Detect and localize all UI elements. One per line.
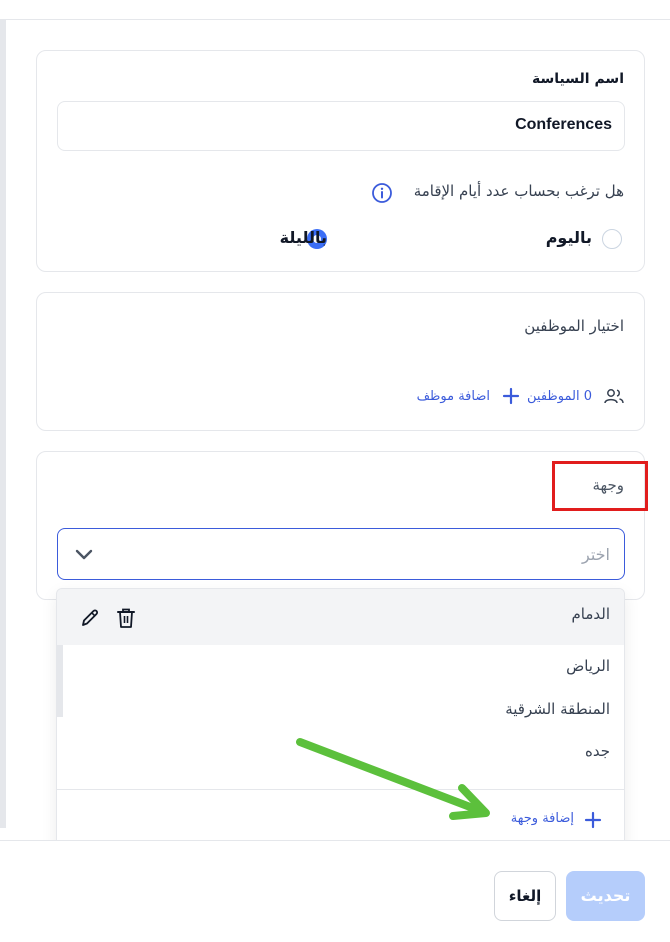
employees-count[interactable]: 0 الموظفين (527, 389, 592, 404)
users-icon (604, 389, 624, 404)
destination-dropdown: الدمام الرياض المنطقة الشرقية جده إضافة … (56, 588, 625, 848)
destination-card: وجهة اختر (36, 451, 648, 600)
edit-icon[interactable] (79, 607, 101, 629)
footer-bar: تحديث إلغاء (0, 840, 670, 942)
dropdown-option-label: المنطقة الشرقية (505, 700, 610, 718)
policy-name-input[interactable]: Conferences (57, 101, 625, 151)
employees-card: اختيار الموظفين 0 الموظفين اضافة موظف (36, 292, 645, 431)
plus-icon[interactable] (502, 387, 520, 405)
chevron-down-icon[interactable] (74, 547, 94, 563)
stay-calc-question: هل ترغب بحساب عدد أيام الإقامة (413, 182, 624, 200)
radio-option-by-night[interactable]: بالليلة (257, 227, 377, 251)
dropdown-divider (57, 789, 624, 790)
add-employee-link[interactable]: اضافة موظف (417, 389, 490, 404)
scrollbar[interactable] (0, 20, 6, 828)
cancel-button[interactable]: إلغاء (494, 871, 556, 921)
policy-name-label: اسم السياسة (532, 71, 624, 87)
dropdown-option[interactable]: جده (57, 730, 624, 774)
dropdown-option-label: الرياض (566, 657, 610, 675)
policy-card: اسم السياسة Conferences هل ترغب بحساب عد… (36, 50, 645, 272)
dropdown-option[interactable]: الدمام (57, 589, 624, 645)
update-button[interactable]: تحديث (566, 871, 645, 921)
dropdown-option-label: جده (584, 742, 610, 760)
destination-placeholder: اختر (582, 545, 610, 564)
dropdown-option[interactable]: المنطقة الشرقية (57, 688, 624, 732)
dropdown-option-label: الدمام (571, 605, 610, 623)
policy-name-value: Conferences (515, 116, 612, 133)
radio-by-day-label: باليوم (545, 228, 592, 247)
radio-option-by-day[interactable]: باليوم (512, 227, 622, 251)
radio-by-night-label: بالليلة (279, 228, 327, 247)
destination-label: وجهة (592, 476, 624, 494)
top-bar (0, 0, 670, 20)
employees-title: اختيار الموظفين (524, 317, 624, 335)
add-destination-link[interactable]: إضافة وجهة (511, 811, 574, 826)
plus-icon[interactable] (584, 811, 602, 829)
dropdown-option[interactable]: الرياض (57, 645, 624, 689)
destination-select[interactable]: اختر (57, 528, 625, 580)
radio-by-day[interactable] (602, 229, 622, 249)
info-icon[interactable] (371, 182, 393, 204)
trash-icon[interactable] (115, 606, 137, 630)
